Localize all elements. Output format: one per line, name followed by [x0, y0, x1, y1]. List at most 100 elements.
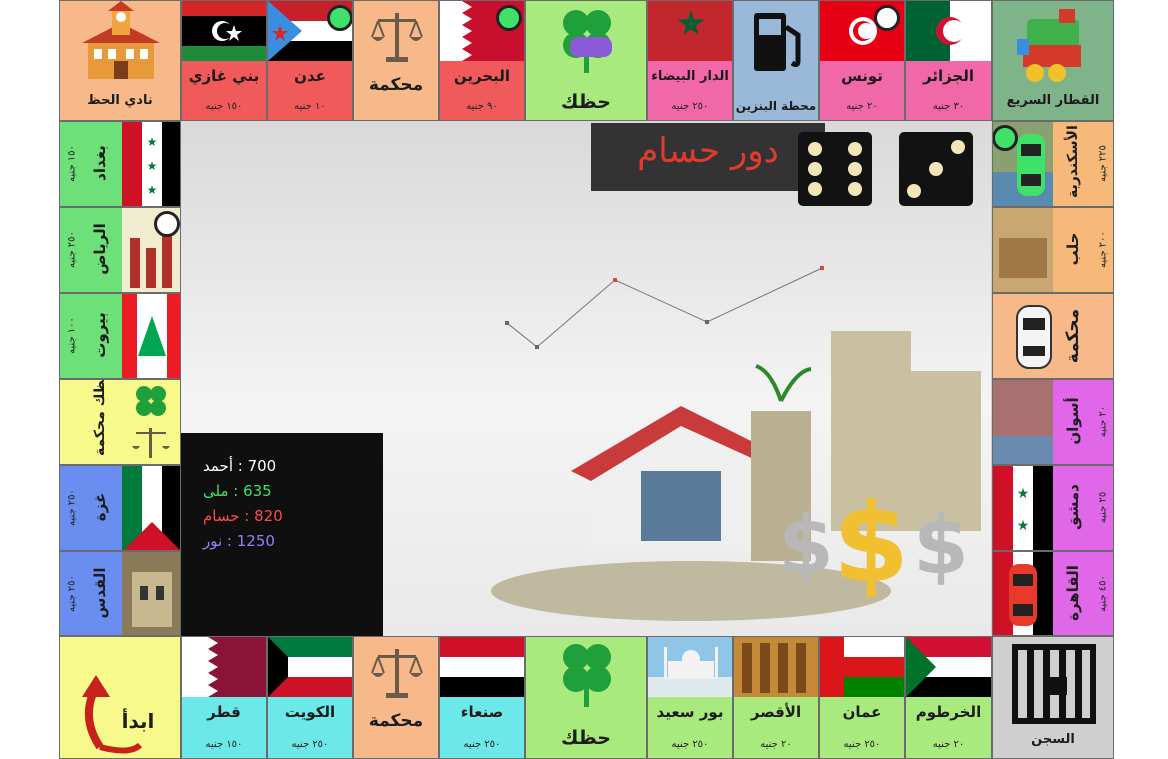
tile-gas-station[interactable]: محطة البنزين [733, 0, 819, 121]
red-car-icon [1009, 564, 1037, 626]
svg-text:★: ★ [147, 135, 158, 149]
tile-aleppo[interactable]: حلب ٢٠٠ جنيه [992, 207, 1114, 293]
tile-riyadh[interactable]: ٢٥٠ جنيه الرياض [59, 207, 181, 293]
player-token[interactable] [327, 5, 352, 31]
tile-name: البحرين [453, 67, 511, 85]
tile-name: الجزائر [922, 67, 975, 85]
tile-gaza[interactable]: ٢٥٠ جنيه غزة [59, 465, 181, 551]
tile-name: قطر [207, 703, 241, 721]
corner-label: القطار السريع [1006, 93, 1100, 108]
tile-khartoum[interactable]: الخرطوم ٢٠ جنيه [905, 636, 992, 759]
svg-text:★: ★ [147, 183, 158, 197]
tile-court[interactable]: محكمة [353, 636, 439, 759]
tile-name: بيروت [91, 312, 109, 358]
tile-luck-court[interactable]: حظك محكمة [59, 379, 181, 465]
tile-price: ٤٥٠ جنيه [1097, 575, 1109, 612]
tile-name: حظك [561, 91, 611, 113]
tile-benghazi[interactable]: بني غازي ١٥٠ جنيه [181, 0, 267, 121]
house-and-money-icon: $ $ $ [491, 331, 981, 621]
scales-of-justice-icon [371, 13, 423, 62]
tile-jerusalem[interactable]: ٢٥٠ جنيه القدس [59, 551, 181, 636]
tile-name: محطة البنزين [735, 99, 817, 113]
tile-qatar[interactable]: قطر ١٥٠ جنيه [181, 636, 267, 759]
tile-beirut[interactable]: ١٠٠ جنيه بيروت [59, 293, 181, 379]
tile-name: دمشق [1064, 484, 1082, 530]
tile-kuwait[interactable]: الكويت ٢٥٠ جنيه [267, 636, 353, 759]
mosque-photo-icon [648, 637, 732, 697]
scales-of-justice-icon [371, 649, 423, 698]
svg-text:$: $ [778, 499, 834, 592]
tile-bahrain[interactable]: البحرين ٩٠ جنيه [439, 0, 525, 121]
tile-name: محكمة [368, 75, 424, 95]
tile-aden[interactable]: عدن ١٠ جنيه [267, 0, 353, 121]
fuel-pump-icon [754, 13, 801, 71]
tile-algiers[interactable]: الجزائر ٣٠ جنيه [905, 0, 992, 121]
start-arrow-icon [82, 675, 143, 754]
tile-price: ١٥٠ جنيه [205, 739, 243, 750]
morocco-flag-icon [648, 1, 732, 61]
die-left[interactable] [798, 132, 872, 206]
tile-name: تونس [841, 67, 883, 85]
tile-alexandria[interactable]: الأسكندرية ٢٢٥ جنيه [992, 121, 1114, 207]
tile-price: ٢٥ جنيه [1097, 491, 1109, 524]
tile-name: عمان [842, 703, 882, 721]
tile-price: ١٠٠ جنيه [66, 317, 78, 354]
tile-cairo[interactable]: القاهرة ٤٥٠ جنيه [992, 551, 1114, 636]
svg-text:$: $ [913, 499, 969, 592]
white-car-icon [1016, 305, 1052, 369]
corner-label: نادي الحظ [87, 93, 153, 108]
tile-name: غزة [91, 492, 109, 522]
tile-price: ٢٥٠ جنيه [671, 101, 709, 112]
tile-price: ١٥٠ جنيه [205, 101, 243, 112]
player-token[interactable] [874, 5, 900, 31]
tile-price: ٢٠ جنيه [932, 739, 965, 750]
tile-baghdad[interactable]: ١٥٠ جنيه بغداد ★ ★ ★ [59, 121, 181, 207]
corner-label: السجن [1031, 732, 1075, 747]
tile-name: بور سعيد [656, 703, 724, 721]
lebanon-flag-icon [122, 294, 180, 378]
tile-name: محكمة [368, 711, 424, 731]
tile-price: ٩٠ جنيه [466, 101, 498, 112]
svg-text:★: ★ [147, 159, 158, 173]
citadel-photo-icon [993, 208, 1053, 292]
die-right[interactable] [899, 132, 973, 206]
tile-name: محكمة [1063, 308, 1083, 364]
tile-sanaa[interactable]: صنعاء ٢٥٠ جنيه [439, 636, 525, 759]
tile-price: ٢٥٠ جنيه [463, 739, 501, 750]
tile-price: ١٥٠ جنيه [66, 145, 78, 182]
player-token[interactable] [154, 211, 180, 237]
tile-name: القاهرة [1064, 565, 1082, 621]
player-token[interactable] [496, 5, 522, 31]
tile-price: ٢٥٠ جنيه [671, 739, 709, 750]
player-token[interactable] [993, 125, 1018, 151]
tile-name: عدن [294, 67, 326, 85]
lucky-club-corner[interactable]: نادي الحظ [59, 0, 181, 121]
tile-casablanca[interactable]: الدار البيضاء ٢٥٠ جنيه [647, 0, 733, 121]
tile-luck[interactable]: حظك [525, 0, 647, 121]
tile-name: الأسكندرية [1065, 125, 1081, 198]
scoreboard: 700 : أحمد 635 : ملى 820 : حسام 1250 : ن… [181, 433, 383, 636]
tile-name: الدار البيضاء [651, 69, 729, 84]
tile-price: ٢٥٠ جنيه [66, 231, 78, 268]
tile-name: بغداد [91, 145, 109, 181]
tile-court[interactable]: محكمة [353, 0, 439, 121]
tile-court[interactable]: محكمة [992, 293, 1114, 379]
qatar-flag-icon [182, 637, 266, 697]
svg-text:★: ★ [1017, 486, 1030, 502]
tile-name: بني غازي [188, 67, 260, 85]
tile-luck[interactable]: حظك [525, 636, 647, 759]
tile-muscat[interactable]: عمان ٢٥٠ جنيه [819, 636, 905, 759]
start-corner[interactable]: ابدأ [59, 636, 181, 759]
tile-damascus[interactable]: ★ ★ دمشق ٢٥ جنيه [992, 465, 1114, 551]
nile-city-photo-icon [993, 380, 1053, 464]
old-city-photo-icon [122, 552, 180, 635]
tile-port-said[interactable]: بور سعيد ٢٥٠ جنيه [647, 636, 733, 759]
tile-luxor[interactable]: الأقصر ٢٠ جنيه [733, 636, 819, 759]
tile-tunis[interactable]: تونس ٢٠ جنيه [819, 0, 905, 121]
corner-label: ابدأ [121, 709, 155, 733]
player-score: 820 : حسام [203, 507, 283, 525]
express-train-corner[interactable]: القطار السريع [992, 0, 1114, 121]
player-score: 700 : أحمد [203, 457, 277, 475]
tile-aswan[interactable]: أسوان ٢٠ جنيه [992, 379, 1114, 465]
jail-corner[interactable]: السجن [992, 636, 1114, 759]
